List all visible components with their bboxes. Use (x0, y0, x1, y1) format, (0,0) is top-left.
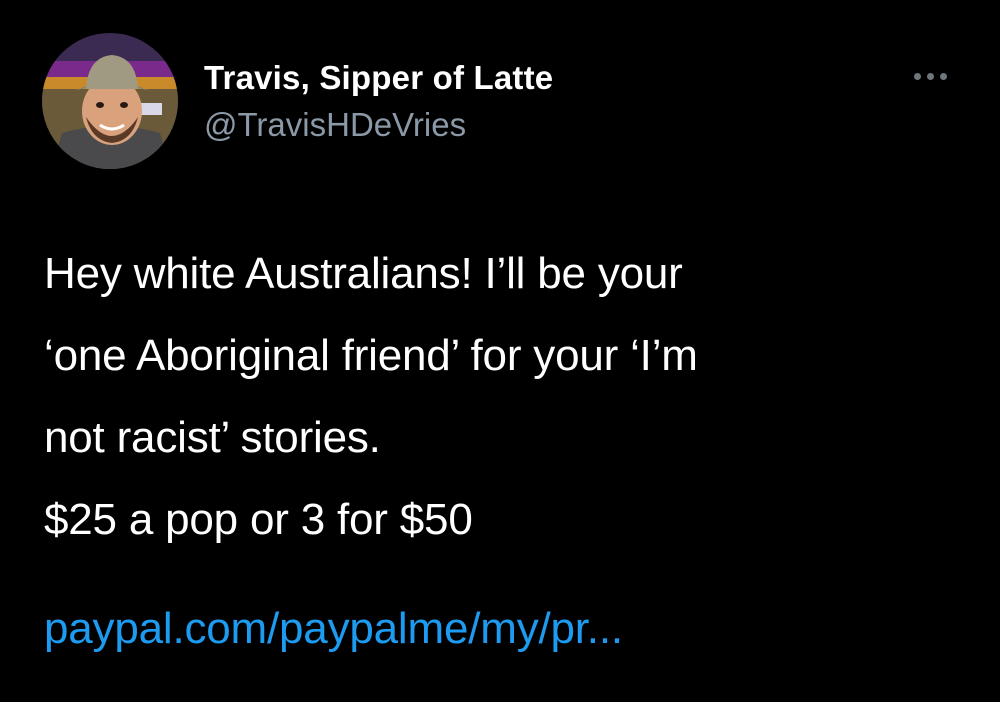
avatar-image (42, 33, 178, 169)
avatar[interactable] (42, 33, 178, 169)
author-info: Travis, Sipper of Latte @TravisHDeVries (204, 58, 553, 144)
more-horizontal-icon (914, 73, 921, 80)
tweet-text-line: $25 a pop or 3 for $50 (44, 495, 473, 544)
tweet-link[interactable]: paypal.com/paypalme/my/pr... (44, 588, 623, 670)
tweet-text-line: not racist’ stories. (44, 413, 381, 462)
author-handle[interactable]: @TravisHDeVries (204, 106, 553, 144)
tweet: Travis, Sipper of Latte @TravisHDeVries … (0, 0, 1000, 702)
tweet-text-line: ‘one Aboriginal friend’ for your ‘I’m (44, 331, 698, 380)
tweet-text-line: Hey white Australians! I’ll be your (44, 249, 683, 298)
author-display-name[interactable]: Travis, Sipper of Latte (204, 58, 553, 98)
more-options-button[interactable] (906, 62, 956, 90)
more-horizontal-icon (940, 73, 947, 80)
more-horizontal-icon (927, 73, 934, 80)
tweet-text: Hey white Australians! I’ll be your ‘one… (44, 233, 964, 561)
